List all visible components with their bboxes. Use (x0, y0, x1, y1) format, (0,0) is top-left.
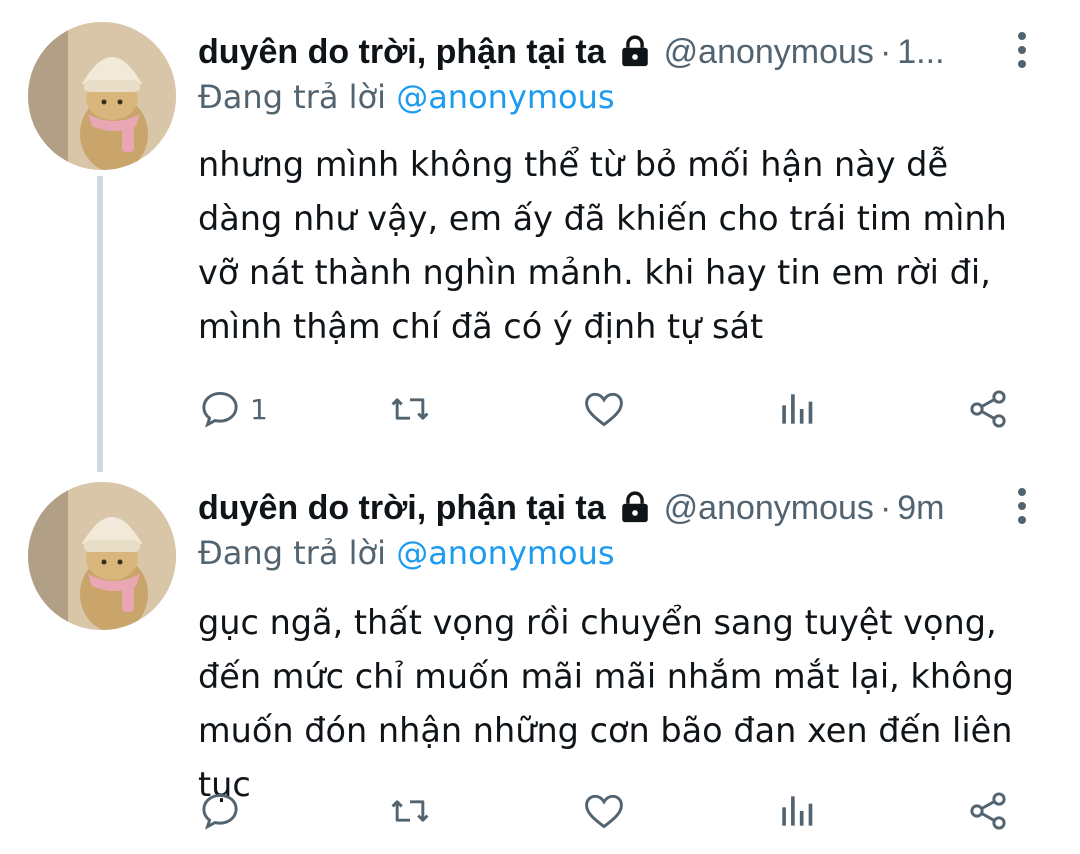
views-button[interactable] (774, 384, 818, 434)
replying-mention-link[interactable]: @anonymous (396, 78, 614, 116)
handle[interactable]: @anonymous (664, 33, 874, 72)
tweet-header: duyên do trời, phận tại ta @anonymous · … (198, 480, 984, 536)
timestamp[interactable]: 9m (897, 489, 944, 528)
heart-icon (585, 794, 623, 829)
share-icon (970, 390, 1006, 428)
replying-to: Đang trả lời @anonymous (198, 78, 615, 116)
tweet-actions: 1 (198, 384, 1018, 434)
avatar-image (28, 482, 176, 630)
reply-icon (202, 793, 238, 830)
thread-connector (97, 176, 103, 472)
heart-icon (585, 392, 623, 427)
display-name[interactable]: duyên do trời, phận tại ta (198, 489, 606, 528)
tweet[interactable]: duyên do trời, phận tại ta @anonymous · … (0, 0, 1080, 472)
avatar[interactable] (28, 482, 176, 630)
timestamp[interactable]: 1... (897, 33, 944, 72)
views-button[interactable] (774, 786, 818, 836)
like-button[interactable] (582, 384, 626, 434)
lock-icon (621, 35, 648, 67)
avatar-image (28, 22, 176, 170)
avatar[interactable] (28, 22, 176, 170)
replying-prefix: Đang trả lời (198, 78, 387, 116)
more-vertical-icon[interactable] (1012, 486, 1032, 526)
retweet-button[interactable] (388, 786, 432, 836)
replying-prefix: Đang trả lời (198, 534, 387, 572)
tweet[interactable]: duyên do trời, phận tại ta @anonymous · … (0, 468, 1080, 854)
share-button[interactable] (966, 384, 1010, 434)
display-name[interactable]: duyên do trời, phận tại ta (198, 33, 606, 72)
replying-mention-link[interactable]: @anonymous (396, 534, 614, 572)
reply-count: 1 (250, 392, 268, 426)
share-button[interactable] (966, 786, 1010, 836)
reply-button[interactable] (198, 786, 250, 836)
analytics-icon (782, 796, 813, 826)
retweet-icon (391, 800, 429, 822)
tweet-actions (198, 786, 1018, 836)
analytics-icon (782, 394, 813, 424)
reply-icon (202, 391, 238, 428)
lock-icon (621, 491, 648, 523)
tweet-text: gục ngã, thất vọng rồi chuyển sang tuyệt… (198, 603, 1015, 804)
tweet-header: duyên do trời, phận tại ta @anonymous · … (198, 24, 984, 80)
retweet-button[interactable] (388, 384, 432, 434)
separator: · (879, 32, 892, 71)
reply-button[interactable]: 1 (198, 384, 268, 434)
retweet-icon (391, 398, 429, 420)
like-button[interactable] (582, 786, 626, 836)
separator: · (879, 488, 892, 527)
more-vertical-icon[interactable] (1012, 30, 1032, 70)
replying-to: Đang trả lời @anonymous (198, 534, 615, 572)
share-icon (970, 792, 1006, 830)
tweet-text: nhưng mình không thể từ bỏ mối hận này d… (198, 145, 1007, 346)
handle[interactable]: @anonymous (664, 489, 874, 528)
